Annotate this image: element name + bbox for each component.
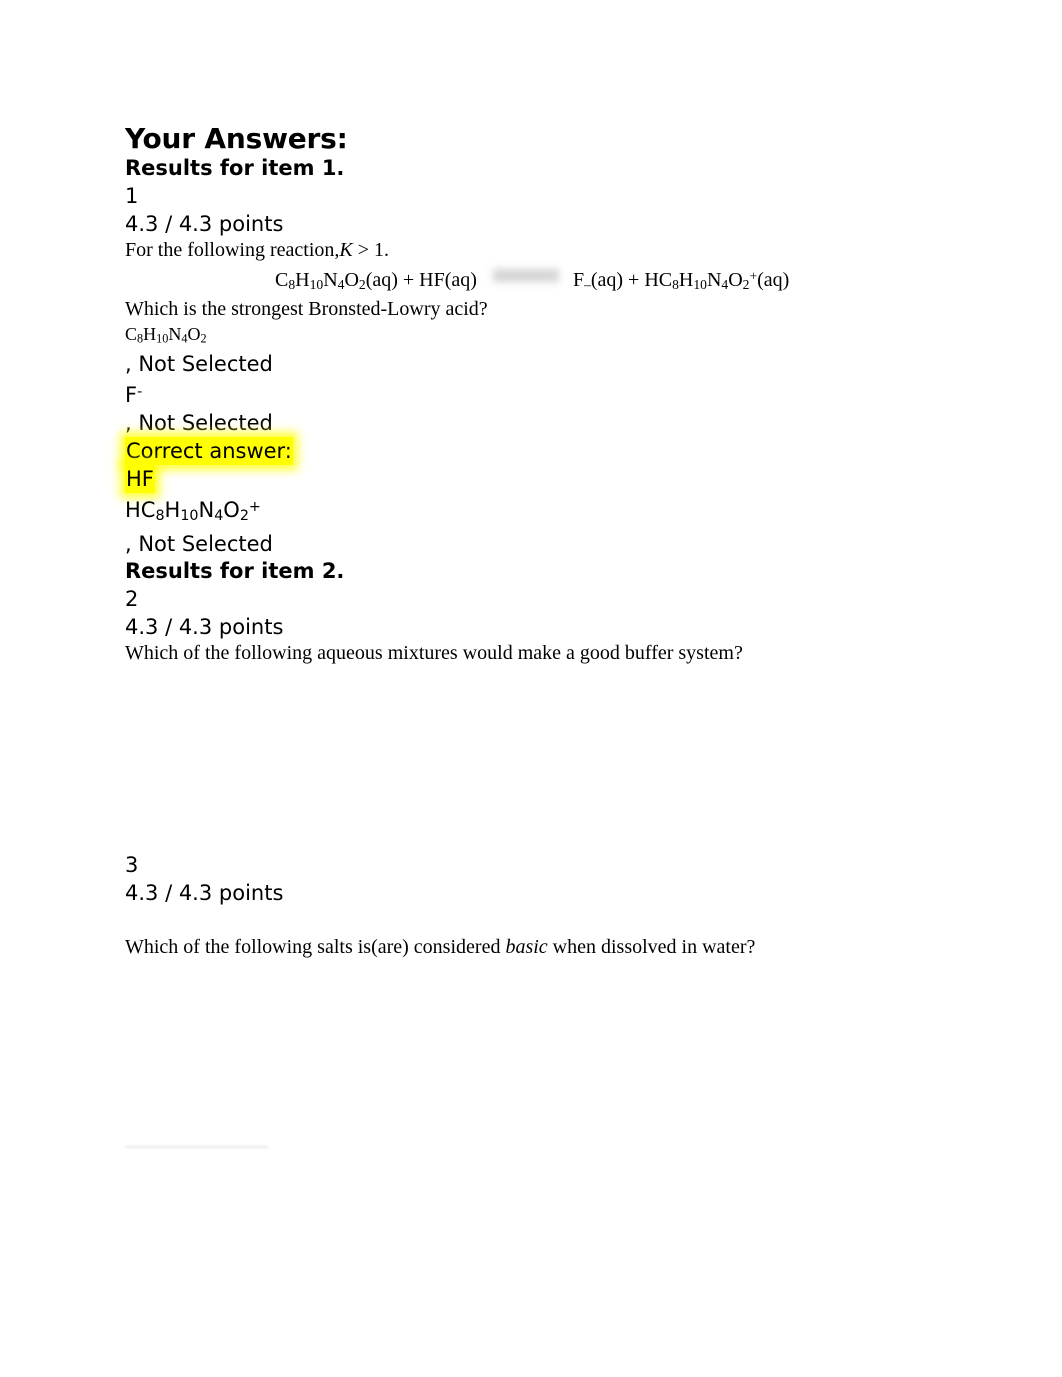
page-title: Your Answers: bbox=[125, 122, 348, 155]
result-item-3: 3 4.3 / 4.3 points Which of the followin… bbox=[125, 851, 955, 960]
item-2-answer-area-blank bbox=[125, 666, 955, 851]
item-1-points: 4.3 / 4.3 points bbox=[125, 212, 284, 236]
item-1-heading: Results for item 1. bbox=[125, 156, 345, 180]
item-1-number: 1 bbox=[125, 184, 139, 208]
item-2-heading: Results for item 2. bbox=[125, 559, 345, 584]
item-1-option-c-status: , Not Selected bbox=[125, 532, 273, 557]
item-1-correct-answer-label: Correct answer: bbox=[125, 437, 293, 466]
item-3-question-lead: Which of the following salts is(are) con… bbox=[125, 936, 501, 959]
item-1-option-b-formula[interactable]: F- bbox=[125, 378, 955, 409]
item-1-correct-answer-label-row: Correct answer: bbox=[125, 437, 955, 466]
item-3-points: 4.3 / 4.3 points bbox=[125, 881, 284, 906]
equilibrium-arrow-icon bbox=[492, 269, 559, 283]
item-1-correct-answer-value: HF bbox=[125, 465, 155, 494]
item-1-equilibrium-constant-symbol: K bbox=[339, 239, 353, 261]
item-1-option-b-status: , Not Selected bbox=[125, 411, 273, 436]
item-3-question-emphasis: basic bbox=[505, 936, 548, 959]
item-1-option-c-formula[interactable]: HC8H10N4O2+ bbox=[125, 493, 955, 530]
item-3-question: Which of the following salts is(are) con… bbox=[125, 935, 955, 960]
item-1-option-a-formula[interactable]: C8H10N4O2 bbox=[125, 322, 955, 351]
item-3-gap bbox=[125, 907, 955, 935]
faint-horizontal-rule bbox=[125, 1146, 268, 1148]
document-page: Your Answers: Results for item 1. 1 4.3 … bbox=[0, 0, 1062, 1377]
item-1-chemical-equation: C8H10N4O2(aq) + HF(aq) F–(aq) + HC8H10N4O… bbox=[125, 263, 955, 297]
item-3-number: 3 bbox=[125, 853, 139, 878]
item-2-number: 2 bbox=[125, 587, 139, 612]
item-2-points: 4.3 / 4.3 points bbox=[125, 615, 284, 640]
result-item-1: Results for item 1. 1 4.3 / 4.3 points F… bbox=[125, 155, 955, 558]
item-2-question: Which of the following aqueous mixtures … bbox=[125, 642, 743, 665]
item-1-option-a-status: , Not Selected bbox=[125, 352, 273, 377]
item-1-prompt-lead: For the following reaction, bbox=[125, 239, 340, 261]
item-1-question: Which is the strongest Bronsted-Lowry ac… bbox=[125, 297, 488, 320]
item-1-prompt-tail: > 1. bbox=[357, 239, 390, 261]
item-1-correct-answer-value-row: HF bbox=[125, 465, 955, 494]
document-content: Your Answers: Results for item 1. 1 4.3 … bbox=[125, 122, 955, 960]
equation-products: F–(aq) + HC8H10N4O2+(aq) bbox=[572, 268, 790, 292]
item-1-prompt: For the following reaction,K > 1. bbox=[125, 238, 955, 263]
equation-reactants: C8H10N4O2(aq) + HF(aq) bbox=[275, 268, 477, 292]
item-3-question-tail: when dissolved in water? bbox=[552, 936, 756, 959]
result-item-2: Results for item 2. 2 4.3 / 4.3 points W… bbox=[125, 558, 955, 666]
